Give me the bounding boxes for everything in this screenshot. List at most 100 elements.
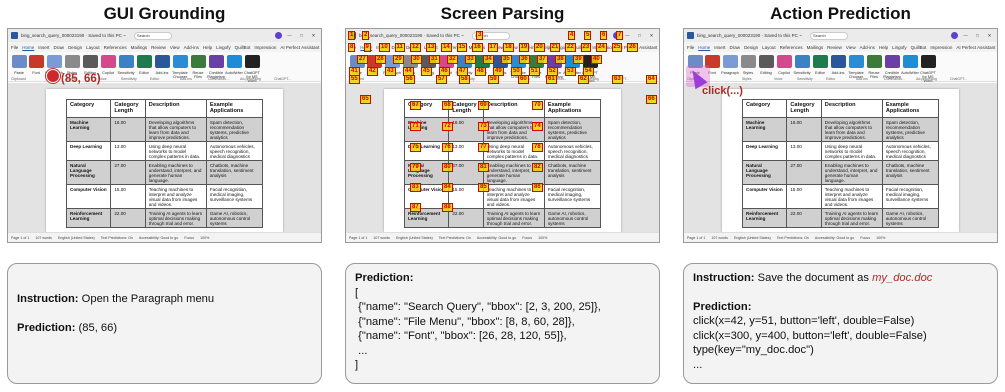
tab-review[interactable]: Review	[151, 45, 166, 50]
font-icon[interactable]	[29, 55, 44, 68]
sensitivity-icon[interactable]	[119, 55, 134, 68]
prediction-line: {"name": "Font", "bbox": [26, 28, 120, 5…	[355, 330, 567, 342]
tab-help[interactable]: Help	[203, 45, 212, 50]
close-button[interactable]: ✕	[647, 33, 656, 39]
styles-icon[interactable]	[65, 55, 80, 68]
tab-layout[interactable]: Layout	[762, 45, 776, 50]
search-input[interactable]: Search	[134, 31, 172, 40]
avatar[interactable]	[951, 32, 958, 39]
tab-layout[interactable]: Layout	[86, 45, 100, 50]
tab-ai-perfect-assistant[interactable]: AI Perfect Assistant	[280, 45, 319, 50]
tab-review[interactable]: Review	[827, 45, 842, 50]
minimize-button[interactable]: —	[961, 33, 970, 38]
paragraph-icon[interactable]	[47, 55, 62, 68]
sensitivity-icon[interactable]	[795, 55, 810, 68]
credible-plagiarism-icon[interactable]	[885, 55, 900, 68]
tab-home[interactable]: Home	[698, 45, 710, 50]
status-item[interactable]: Focus	[184, 236, 194, 240]
chatgpt-for-ms-word-icon[interactable]	[245, 55, 260, 68]
status-item[interactable]: 100%	[876, 236, 885, 240]
ribbon-group-label: Ad-preceding	[240, 77, 261, 81]
document-page: CategoryCategory LengthDescriptionExampl…	[46, 89, 283, 232]
ribbon-group-label: Editor	[150, 77, 160, 81]
search-input[interactable]: Search	[810, 31, 848, 40]
autowriter-icon[interactable]	[227, 55, 242, 68]
minimize-button[interactable]: —	[623, 33, 632, 38]
tab-references[interactable]: References	[104, 45, 127, 50]
autowriter-icon[interactable]	[903, 55, 918, 68]
editing-icon[interactable]	[759, 55, 774, 68]
paste-icon[interactable]	[12, 55, 27, 68]
styles-icon[interactable]	[741, 55, 756, 68]
paste-button-label: Paste	[14, 71, 24, 75]
tab-ai-perfect-assistant[interactable]: AI Perfect Assistant	[956, 45, 995, 50]
status-item[interactable]: Focus	[860, 236, 870, 240]
screen-element-marker: 21	[549, 43, 561, 52]
credible-plagiarism-icon[interactable]	[209, 55, 224, 68]
tab-lingofy[interactable]: Lingofy	[216, 45, 231, 50]
table-cell: Teaching machines to interpret and analy…	[820, 184, 883, 209]
maximize-button[interactable]: □	[973, 33, 982, 38]
avatar[interactable]	[275, 32, 282, 39]
screen-element-marker: 39	[573, 55, 584, 64]
tab-impression[interactable]: Impression	[254, 45, 276, 50]
tab-insert[interactable]: Insert	[714, 45, 725, 50]
paragraph-icon[interactable]	[723, 55, 738, 68]
status-item[interactable]: Focus	[522, 236, 532, 240]
editor-icon[interactable]	[137, 55, 152, 68]
screen-element-marker: 65	[360, 95, 371, 104]
tab-insert[interactable]: Insert	[38, 45, 49, 50]
close-button[interactable]: ✕	[309, 33, 318, 39]
maximize-button[interactable]: □	[635, 33, 644, 38]
tab-design[interactable]: Design	[68, 45, 82, 50]
tab-quillbot[interactable]: QuillBot	[911, 45, 927, 50]
tab-lingofy[interactable]: Lingofy	[892, 45, 907, 50]
tab-file[interactable]: File	[11, 45, 18, 50]
tab-draw[interactable]: Draw	[730, 45, 741, 50]
tab-quillbot[interactable]: QuillBot	[235, 45, 251, 50]
tab-ai-perfect-assistant[interactable]: AI Perfect Assistant	[618, 45, 657, 50]
ribbon-group-label: Sensitivity	[121, 77, 137, 81]
template-chooser-icon[interactable]	[173, 55, 188, 68]
copilot-icon[interactable]	[777, 55, 792, 68]
status-item[interactable]: 100%	[538, 236, 547, 240]
copilot-icon[interactable]	[101, 55, 116, 68]
tab-file[interactable]: File	[687, 45, 694, 50]
screen-element-marker: 61	[546, 75, 557, 84]
chatgpt-for-ms-word-icon[interactable]	[921, 55, 936, 68]
add-ins-icon[interactable]	[155, 55, 170, 68]
tab-add-ins[interactable]: Add-ins	[860, 45, 875, 50]
tab-impression[interactable]: Impression	[930, 45, 952, 50]
editing-icon[interactable]	[83, 55, 98, 68]
reuse-files-icon[interactable]	[191, 55, 206, 68]
table-cell: Spam detection, recommendation systems, …	[881, 117, 940, 142]
table-cell: Game AI, robotics, autonomous control sy…	[881, 208, 940, 228]
tab-design[interactable]: Design	[744, 45, 758, 50]
tab-mailings[interactable]: Mailings	[131, 45, 148, 50]
tab-home[interactable]: Home	[22, 45, 34, 50]
tab-view[interactable]: View	[846, 45, 856, 50]
autowriter-button-label: AutoWriter	[901, 71, 919, 75]
tab-draw[interactable]: Draw	[54, 45, 65, 50]
template-chooser-icon[interactable]	[849, 55, 864, 68]
minimize-button[interactable]: —	[285, 33, 294, 38]
status-item: English (United States)	[395, 235, 433, 240]
tab-help[interactable]: Help	[879, 45, 888, 50]
maximize-button[interactable]: □	[297, 33, 306, 38]
screen-element-marker: 8	[348, 43, 356, 52]
tab-view[interactable]: View	[170, 45, 180, 50]
word-screenshot: bing_search_query_000023190 · Saved to t…	[7, 28, 322, 243]
add-ins-icon[interactable]	[831, 55, 846, 68]
tab-mailings[interactable]: Mailings	[807, 45, 824, 50]
status-item[interactable]: 100%	[200, 236, 209, 240]
editor-icon[interactable]	[813, 55, 828, 68]
tab-add-ins[interactable]: Add-ins	[184, 45, 199, 50]
screen-element-marker: 36	[519, 55, 530, 64]
reuse-files-icon[interactable]	[867, 55, 882, 68]
table-row: Reinforcement Learning 22.00 Training AI a…	[403, 208, 602, 228]
table-cell: Developing algorithms that allow compute…	[144, 117, 207, 142]
table-header-cell: Example Applications	[881, 99, 940, 118]
close-button[interactable]: ✕	[985, 33, 994, 39]
screen-element-marker: 2	[362, 31, 370, 40]
tab-references[interactable]: References	[780, 45, 803, 50]
